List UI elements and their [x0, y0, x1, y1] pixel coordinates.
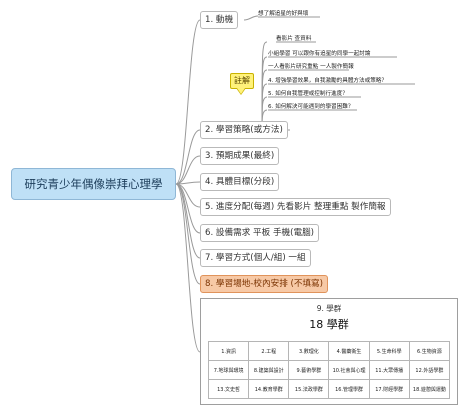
group-cell[interactable]: 14.教育學群 [248, 379, 290, 399]
group-cell[interactable]: 10.社會與心理 [328, 360, 370, 380]
group-cell[interactable]: 12.外語學群 [408, 360, 451, 380]
strategy-note[interactable]: 看影片 查資料 [276, 35, 311, 43]
group-cell[interactable]: 11.大眾傳播 [368, 360, 410, 380]
groups-card-heading: 18 學群 [309, 318, 349, 331]
table-row: 13.文史哲 14.教育學群 15.法政學群 16.管理學群 17.財經學群 1… [207, 379, 451, 399]
group-cell[interactable]: 6.生物資源 [408, 341, 451, 361]
branch-connector [175, 155, 201, 185]
group-cell[interactable]: 9.藝術學群 [288, 360, 330, 380]
branch-connector [175, 19, 201, 185]
group-cell[interactable]: 4.醫藥衛生 [328, 341, 370, 361]
branch-schedule[interactable]: 5. 進度分配(每週) 先看影片 整理重點 製作簡報 [200, 198, 391, 216]
group-cell[interactable]: 17.財經學群 [368, 379, 410, 399]
root-topic[interactable]: 研究青少年偶像崇拜心理學 [11, 168, 176, 200]
branch-learning-mode[interactable]: 7. 學習方式(個人/組) 一組 [200, 249, 311, 267]
strategy-note[interactable]: 6. 如何解決可能遇到的學習困難？ [268, 103, 353, 111]
strategy-note[interactable]: 小組學習 可以跟你有追星的同學一起討論 [268, 50, 370, 58]
group-cell[interactable]: 2.工程 [248, 341, 290, 361]
branch-equipment[interactable]: 6. 設備需求 平板 手機(電腦) [200, 224, 320, 242]
note-connector [243, 15, 259, 21]
table-row: 7.地球與環境 8.建築與設計 9.藝術學群 10.社會與心理 11.大眾傳播 … [207, 360, 451, 380]
annotation-callout[interactable]: 註解 [230, 73, 254, 89]
branch-expected-result[interactable]: 3. 預期成果(最終) [200, 147, 280, 165]
branch-goals[interactable]: 4. 具體目標(分段) [200, 173, 280, 191]
branch-location[interactable]: 8. 學習場地-校內安排 (不填寫) [200, 275, 329, 293]
group-cell[interactable]: 1.資訊 [207, 341, 250, 361]
group-cell[interactable]: 3.數理化 [288, 341, 330, 361]
branch-motivation[interactable]: 1. 動機 [200, 11, 239, 29]
table-row: 1.資訊 2.工程 3.數理化 4.醫藥衛生 5.生命科學 6.生物資源 [207, 341, 451, 361]
group-cell[interactable]: 13.文史哲 [207, 379, 250, 399]
groups-card-title: 9. 學群 [316, 304, 342, 313]
groups-card[interactable]: 9. 學群 18 學群 1.資訊 2.工程 3.數理化 4.醫藥衛生 5.生命科… [200, 298, 458, 405]
group-cell[interactable]: 15.法政學群 [288, 379, 330, 399]
groups-table: 1.資訊 2.工程 3.數理化 4.醫藥衛生 5.生命科學 6.生物資源 7.地… [207, 341, 451, 399]
strategy-note[interactable]: 4. 增強學習效果，自我激勵的具體方法或策略？ [268, 77, 387, 85]
group-cell[interactable]: 8.建築與設計 [248, 360, 290, 380]
strategy-note[interactable]: 5. 如何自我管理或控制行進度？ [268, 90, 348, 98]
branch-strategy[interactable]: 2. 學習策略(或方法) [200, 121, 288, 139]
callout-pointer-fill [237, 88, 245, 94]
motivation-note[interactable]: 想了解追星的好與壞 [258, 10, 308, 18]
group-cell[interactable]: 5.生命科學 [368, 341, 410, 361]
group-cell[interactable]: 7.地球與環境 [207, 360, 250, 380]
group-cell[interactable]: 16.管理學群 [328, 379, 370, 399]
group-cell[interactable]: 18.遊憩與運動 [408, 379, 451, 399]
strategy-note[interactable]: 一人看影片研究重點 一人製作簡報 [268, 63, 354, 71]
